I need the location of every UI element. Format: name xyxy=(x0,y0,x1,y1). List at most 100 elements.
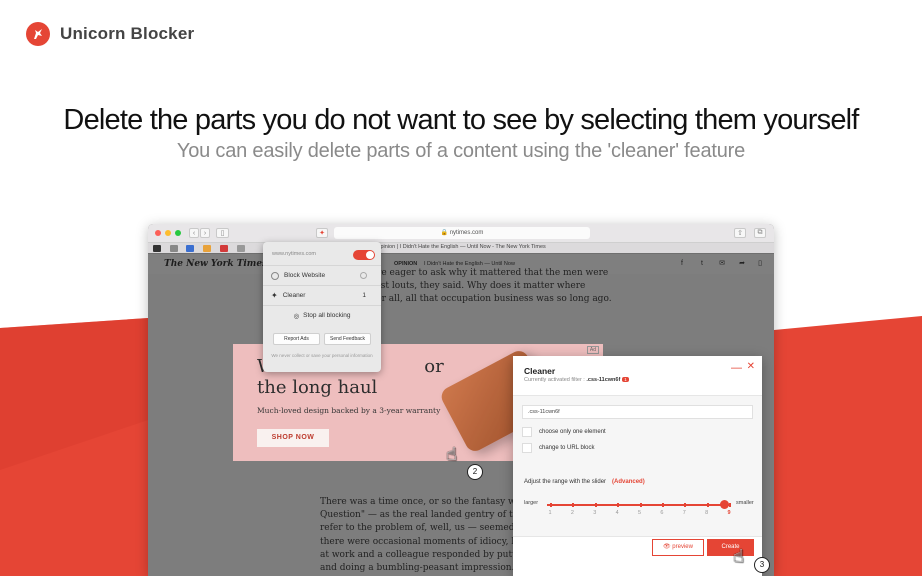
address-bar[interactable]: 🔒 nytimes.com xyxy=(334,227,590,239)
nyt-logo[interactable]: The New York Times xyxy=(164,259,267,269)
only-one-label: choose only one element xyxy=(539,429,606,435)
smaller-label: smaller xyxy=(736,500,754,506)
mail-icon[interactable]: ✉ xyxy=(717,259,727,269)
slider-tick xyxy=(639,503,642,507)
range-slider[interactable]: larger smaller xyxy=(524,500,755,510)
scale-number: 2 xyxy=(570,510,574,516)
cleaner-body: .css-11cwn6f choose only one element cha… xyxy=(513,396,762,536)
blocking-toggle[interactable] xyxy=(353,250,375,260)
brand: Unicorn Blocker xyxy=(26,22,194,46)
cleaner-footer: 👁 preview Create xyxy=(513,536,762,576)
hand-cursor-icon: ☝ xyxy=(733,546,744,566)
slider-tick xyxy=(617,503,620,507)
active-filter-text: Currently activated filter : .css-11cwn6… xyxy=(524,377,629,383)
scale-number: 3 xyxy=(593,510,597,516)
selector-input[interactable]: .css-11cwn6f xyxy=(522,405,753,419)
only-one-option[interactable]: choose only one element xyxy=(522,427,606,437)
minimize-dot[interactable] xyxy=(165,230,171,236)
tab-title[interactable]: Opinion | I Didn't Hate the English — Un… xyxy=(148,244,774,250)
scale-number: 4 xyxy=(615,510,619,516)
checkbox[interactable] xyxy=(522,427,532,437)
forward-button[interactable]: › xyxy=(200,228,210,238)
block-website-label: Block Website xyxy=(284,272,326,279)
article-line: were eager to ask why it mattered that t… xyxy=(364,268,609,278)
back-button[interactable]: ‹ xyxy=(189,228,199,238)
cleaner-label: Cleaner xyxy=(282,292,306,299)
slider-tick xyxy=(684,503,687,507)
step-two-badge: 2 xyxy=(467,464,483,480)
ad-tag: Ad xyxy=(586,346,599,354)
brand-name: Unicorn Blocker xyxy=(60,24,195,43)
slider-tick xyxy=(706,503,709,507)
hand-cursor-icon: ☝ xyxy=(446,444,457,464)
article-text-top: were eager to ask why it mattered that t… xyxy=(364,267,612,307)
minimize-icon[interactable]: — xyxy=(731,362,742,374)
cleaner-title: Cleaner xyxy=(524,366,556,376)
scale-number: 6 xyxy=(660,510,664,516)
ad-tagline: Much-loved design backed by a 3-year war… xyxy=(257,406,441,415)
sparkle-icon: ✦ xyxy=(271,291,278,300)
stop-icon: ◎ xyxy=(293,312,300,320)
scale-number: 8 xyxy=(705,510,709,516)
unicorn-icon xyxy=(26,22,50,46)
facebook-icon[interactable]: f xyxy=(677,259,687,269)
share-arrow-icon[interactable]: ➦ xyxy=(737,259,747,269)
checkbox[interactable] xyxy=(522,443,532,453)
bookmarks-bar: Opinion | I Didn't Hate the English — Un… xyxy=(148,242,774,253)
step-three-badge: 3 xyxy=(754,557,770,573)
window-controls xyxy=(155,230,181,236)
advanced-link[interactable]: (Advanced) xyxy=(612,479,645,485)
range-label: Adjust the range with the slider (Advance… xyxy=(524,479,645,485)
create-button[interactable]: Create xyxy=(707,539,754,556)
zoom-dot[interactable] xyxy=(175,230,181,236)
url-block-label: change to URL block xyxy=(539,445,595,451)
twitter-icon[interactable]: t xyxy=(697,259,707,269)
scale-number: 5 xyxy=(637,510,642,516)
stop-all-label: Stop all blocking xyxy=(303,312,351,319)
slider-tick xyxy=(661,503,664,507)
active-filter-value: .css-11cwn6f xyxy=(586,377,621,383)
cleaner-panel: Cleaner Currently activated filter : .cs… xyxy=(513,356,762,576)
url-block-option[interactable]: change to URL block xyxy=(522,443,594,453)
larger-label: larger xyxy=(524,500,539,506)
shop-now-button[interactable]: SHOP NOW xyxy=(257,429,329,447)
slider-tick xyxy=(594,503,597,507)
block-icon xyxy=(271,271,279,280)
block-website-row[interactable]: Block Website xyxy=(263,265,381,285)
headline: Delete the parts you do not want to see … xyxy=(63,104,859,136)
scale-number: 7 xyxy=(682,510,686,516)
bookmark-ribbon-icon[interactable]: ▯ xyxy=(755,259,765,269)
privacy-note: We never collect or save your personal i… xyxy=(271,353,373,358)
subheadline: You can easily delete parts of a content… xyxy=(176,140,746,162)
scale-number: 9 xyxy=(727,510,731,516)
tabs-icon[interactable]: ⧉ xyxy=(754,228,766,238)
slider-tick xyxy=(729,503,731,507)
article-line: after all, all that occupation business … xyxy=(364,294,612,305)
close-dot[interactable] xyxy=(155,230,161,236)
cleaner-count: 1 xyxy=(362,292,366,299)
send-feedback-button[interactable]: Send Feedback xyxy=(324,333,371,345)
popup-host: www.nytimes.com xyxy=(272,251,317,257)
cleaner-row[interactable]: ✦ Cleaner 1 xyxy=(263,285,381,305)
preview-button[interactable]: 👁 preview xyxy=(652,539,704,556)
sidebar-icon[interactable]: ▯ xyxy=(216,228,229,238)
report-ads-button[interactable]: Report Ads xyxy=(273,333,320,345)
ad-line-2: the long haul xyxy=(257,377,378,398)
article-line: e just louts, they said. Why does it mat… xyxy=(364,281,586,292)
slider-tick xyxy=(550,503,552,507)
stop-all-row[interactable]: ◎ Stop all blocking xyxy=(263,305,381,325)
close-icon[interactable]: ✕ xyxy=(747,361,755,372)
url-text: nytimes.com xyxy=(449,230,484,236)
filter-badge: 1 xyxy=(622,377,629,382)
cleaner-header: Cleaner Currently activated filter : .cs… xyxy=(513,356,762,396)
radio-icon[interactable] xyxy=(360,272,367,279)
extension-icon[interactable]: ✦ xyxy=(316,228,328,238)
slider-scale: 1 2 3 4 5 6 7 8 9 xyxy=(524,510,755,520)
browser-toolbar: ‹ › ▯ ✦ 🔒 nytimes.com ⇧ ⧉ xyxy=(148,224,774,242)
share-icon[interactable]: ⇧ xyxy=(734,228,746,238)
active-filter-prefix: Currently activated filter : xyxy=(524,377,587,383)
preview-label: preview xyxy=(672,544,693,550)
scale-number: 1 xyxy=(548,510,552,516)
slider-thumb[interactable] xyxy=(720,500,729,509)
slider-tick xyxy=(572,503,575,507)
